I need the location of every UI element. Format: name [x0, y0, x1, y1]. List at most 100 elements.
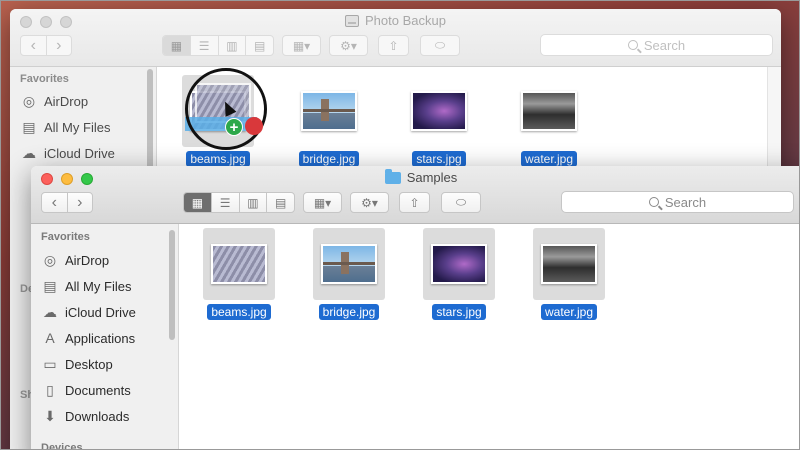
sidebar-item-label: iCloud Drive	[44, 145, 115, 161]
nav-buttons: ‹ ›	[20, 35, 72, 56]
window-title: Photo Backup	[10, 13, 781, 28]
forward-icon: ›	[77, 193, 83, 211]
search-placeholder: Search	[664, 194, 707, 210]
arrange-icon: ▦▾	[313, 195, 332, 210]
search-icon	[648, 197, 659, 207]
file-name: beams.jpg	[186, 151, 250, 167]
file-item-bridge[interactable]: bridge.jpg	[313, 228, 385, 321]
applications-icon: A	[45, 330, 55, 346]
file-item-water[interactable]: water.jpg	[533, 228, 605, 321]
file-name: stars.jpg	[432, 304, 486, 320]
view-mode-control: ▦ ☰ ▥ ▤	[183, 192, 295, 213]
sidebar-scrollbar[interactable]	[169, 230, 175, 340]
view-mode-control: ▦ ☰ ▥ ▤	[162, 35, 274, 56]
icon-view-icon: ▦	[191, 195, 204, 210]
sidebar-item-label: AirDrop	[44, 93, 89, 109]
forward-icon: ›	[56, 36, 62, 54]
file-name: water.jpg	[520, 151, 578, 167]
forward-button[interactable]: ›	[68, 193, 93, 212]
back-button[interactable]: ‹	[21, 36, 47, 55]
tag-button[interactable]: ⬭	[420, 35, 460, 56]
arrange-button[interactable]: ▦▾	[282, 35, 321, 56]
titlebar: Samples ‹ › ▦ ☰ ▥ ▤ ▦▾ ⚙▾ ⇧ ⬭ Search	[31, 166, 800, 224]
sidebar-item-label: Desktop	[65, 356, 113, 372]
icon-view-button[interactable]: ▦	[163, 36, 191, 55]
sidebar-item-airdrop[interactable]: ◎ AirDrop	[41, 248, 109, 272]
file-area: beams.jpg bridge.jpg stars.jpg water.jpg	[179, 224, 800, 450]
documents-icon: ▯	[46, 381, 54, 398]
file-item-bridge[interactable]: bridge.jpg	[293, 75, 365, 168]
airdrop-icon: ◎	[22, 92, 36, 109]
sidebar-item-all-my-files[interactable]: ▤ All My Files	[41, 274, 131, 298]
list-view-button[interactable]: ☰	[212, 193, 240, 212]
tag-icon: ⬭	[455, 195, 467, 209]
window-title: Samples	[31, 168, 800, 185]
search-placeholder: Search	[643, 37, 686, 53]
sidebar-item-desktop[interactable]: ▭ Desktop	[41, 352, 113, 376]
cover-flow-icon: ▤	[274, 195, 287, 210]
column-view-icon: ▥	[247, 195, 259, 210]
sidebar-item-documents[interactable]: ▯ Documents	[41, 378, 131, 402]
sidebar-item-airdrop[interactable]: ◎ AirDrop	[20, 89, 88, 113]
sidebar-item-label: All My Files	[65, 278, 132, 294]
all-files-icon: ▤	[43, 277, 57, 294]
file-item-stars[interactable]: stars.jpg	[403, 75, 475, 168]
tag-button[interactable]: ⬭	[441, 192, 481, 213]
sidebar-item-applications[interactable]: A Applications	[41, 326, 135, 350]
sidebar-item-label: Downloads	[65, 408, 130, 424]
file-thumbnail-box	[203, 228, 275, 300]
window-title-text: Samples	[406, 170, 458, 185]
file-name: beams.jpg	[207, 304, 271, 320]
file-thumbnail-box	[513, 75, 585, 147]
sidebar-item-downloads[interactable]: ⬇ Downloads	[41, 404, 129, 428]
back-button[interactable]: ‹	[42, 193, 68, 212]
cover-flow-button[interactable]: ▤	[267, 193, 294, 212]
folder-icon	[384, 168, 401, 184]
sidebar-heading-favorites: Favorites	[20, 73, 69, 85]
icon-view-button[interactable]: ▦	[184, 193, 212, 212]
forward-button[interactable]: ›	[47, 36, 72, 55]
arrange-button[interactable]: ▦▾	[303, 192, 342, 213]
downloads-icon: ⬇	[44, 407, 56, 424]
all-files-icon: ▤	[22, 118, 36, 135]
back-icon: ‹	[51, 193, 57, 211]
cover-flow-button[interactable]: ▤	[246, 36, 273, 55]
file-item-stars[interactable]: stars.jpg	[423, 228, 495, 321]
file-name: water.jpg	[540, 304, 598, 320]
sidebar-item-icloud-drive[interactable]: ☁ iCloud Drive	[20, 141, 115, 165]
search-field[interactable]: Search	[561, 191, 794, 213]
file-item-water[interactable]: water.jpg	[513, 75, 585, 168]
file-thumbnail	[541, 244, 597, 284]
action-button[interactable]: ⚙▾	[350, 192, 389, 213]
share-button[interactable]: ⇧	[378, 35, 409, 56]
file-name: stars.jpg	[412, 151, 466, 167]
file-thumbnail-box	[313, 228, 385, 300]
window-title-text: Photo Backup	[365, 13, 446, 28]
file-name: bridge.jpg	[318, 304, 380, 320]
red-badge-icon	[245, 117, 263, 135]
list-view-button[interactable]: ☰	[191, 36, 219, 55]
sidebar-item-label: All My Files	[44, 119, 111, 135]
action-gear-icon: ⚙▾	[361, 195, 378, 210]
column-view-button[interactable]: ▥	[240, 193, 268, 212]
sidebar-item-label: AirDrop	[65, 252, 110, 268]
drive-icon	[345, 14, 360, 27]
column-view-button[interactable]: ▥	[219, 36, 247, 55]
file-thumbnail	[321, 244, 377, 284]
desktop-icon: ▭	[43, 355, 57, 372]
file-item-beams[interactable]: beams.jpg	[203, 228, 275, 321]
sidebar-item-icloud-drive[interactable]: ☁ iCloud Drive	[41, 300, 136, 324]
sidebar-scrollbar[interactable]	[147, 69, 153, 179]
sidebar-item-all-my-files[interactable]: ▤ All My Files	[20, 115, 110, 139]
sidebar-heading-favorites: Favorites	[41, 231, 90, 243]
file-thumbnail	[301, 91, 357, 131]
file-thumbnail-box	[423, 228, 495, 300]
action-button[interactable]: ⚙▾	[329, 35, 368, 56]
sidebar-item-label: Documents	[65, 382, 131, 398]
icon-view-icon: ▦	[170, 38, 183, 53]
nav-buttons: ‹ ›	[41, 192, 93, 213]
file-thumbnail	[211, 244, 267, 284]
search-field[interactable]: Search	[540, 34, 773, 56]
share-button[interactable]: ⇧	[399, 192, 430, 213]
arrange-icon: ▦▾	[292, 38, 311, 53]
